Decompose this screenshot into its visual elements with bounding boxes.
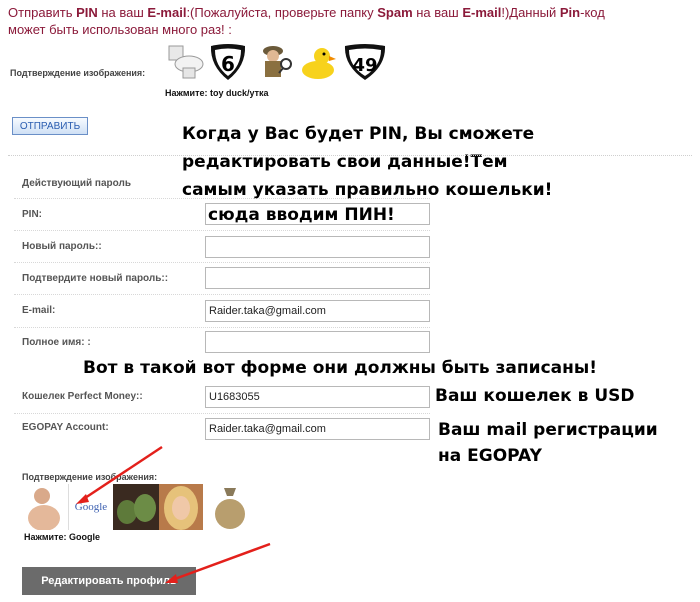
annotation-arrows bbox=[76, 445, 271, 583]
red-arrow bbox=[171, 542, 271, 582]
red-arrow bbox=[81, 445, 163, 502]
red-arrow-head bbox=[165, 574, 178, 583]
